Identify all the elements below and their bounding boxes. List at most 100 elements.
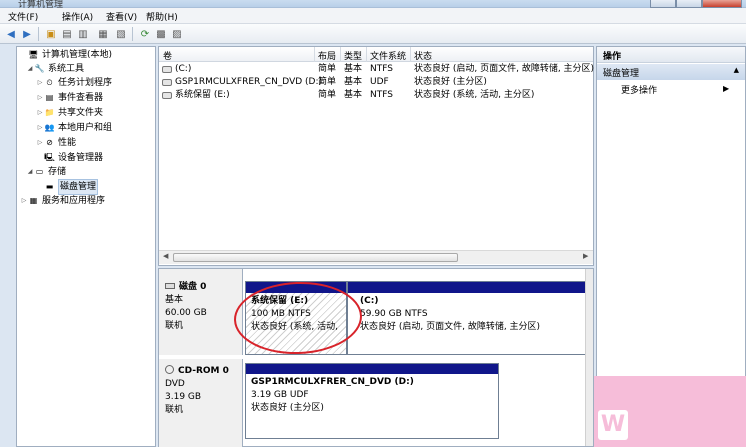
services-icon: ▦ xyxy=(29,196,38,205)
disk-type: DVD xyxy=(165,379,185,389)
table-row[interactable]: 系统保留 (E:) 简单 基本 NTFS 状态良好 (系统, 活动, 主分区) xyxy=(159,89,593,102)
partition-status: 状态良好 (启动, 页面文件, 故障转储, 主分区) xyxy=(360,322,541,332)
column-header-layout[interactable]: 布局 xyxy=(318,49,336,62)
minimize-button[interactable] xyxy=(650,0,676,8)
tree-item-system-tools[interactable]: ◢ 🔧 系统工具 xyxy=(26,62,84,76)
tree-item-services-apps[interactable]: ▷ ▦ 服务和应用程序 xyxy=(20,194,105,208)
cell-status: 状态良好 (主分区) xyxy=(414,77,487,87)
cell-status: 状态良好 (启动, 页面文件, 故障转储, 主分区) xyxy=(414,64,595,74)
more-actions-label: 更多操作 xyxy=(621,86,658,96)
tree-item-label: 存储 xyxy=(48,167,67,177)
column-header-filesystem[interactable]: 文件系统 xyxy=(370,49,406,62)
watermark-logo-icon: W xyxy=(598,410,628,440)
dvd-drive-icon xyxy=(162,79,172,86)
collapse-arrow-icon[interactable]: ◢ xyxy=(26,62,34,76)
scrollbar-thumb[interactable] xyxy=(173,253,458,262)
title-bar: 计算机管理 xyxy=(0,0,746,10)
partition-status: 状态良好 (主分区) xyxy=(251,403,324,413)
disk-size: 3.19 GB xyxy=(165,392,202,402)
more-actions-item[interactable]: 更多操作 xyxy=(621,83,657,96)
tree-item-storage[interactable]: ◢ ▭ 存储 xyxy=(26,165,66,179)
cell-layout: 简单 xyxy=(318,64,337,74)
panel-icon[interactable]: ▧ xyxy=(114,27,128,41)
tree-item-local-users[interactable]: ▷ 👥 本地用户和组 xyxy=(36,121,112,135)
expand-arrow-icon[interactable]: ▷ xyxy=(36,136,44,150)
expand-arrow-icon[interactable]: ▷ xyxy=(36,91,44,105)
cell-layout: 简单 xyxy=(318,77,337,87)
vertical-scrollbar[interactable] xyxy=(585,269,593,446)
properties-icon[interactable]: ▥ xyxy=(76,27,90,41)
partition-d[interactable]: GSP1RMCULXFRER_CN_DVD (D:) 3.19 GB UDF 状… xyxy=(245,363,499,439)
menu-bar: 文件(F) 操作(A) 查看(V) 帮助(H) xyxy=(0,8,746,24)
tree-item-disk-management[interactable]: ▬ 磁盘管理 xyxy=(36,179,99,195)
disk-status: 联机 xyxy=(165,405,184,415)
collapse-up-icon[interactable]: ▲ xyxy=(734,66,739,74)
users-icon: 👥 xyxy=(44,123,55,132)
close-button[interactable] xyxy=(702,0,742,8)
help-icon[interactable]: ▦ xyxy=(96,27,110,41)
disk-0-label[interactable]: 磁盘 0 基本 60.00 GB 联机 xyxy=(159,269,243,355)
cell-status: 状态良好 (系统, 活动, 主分区) xyxy=(414,90,535,100)
column-header-type[interactable]: 类型 xyxy=(344,49,362,62)
disk-size: 60.00 GB xyxy=(165,308,207,318)
tree-item-device-manager[interactable]: 🖳 设备管理器 xyxy=(36,151,103,165)
expand-arrow-icon[interactable]: ▷ xyxy=(36,76,44,90)
expand-arrow-icon[interactable]: ▷ xyxy=(20,194,28,208)
cell-filesystem: UDF xyxy=(370,77,389,87)
folder-up-icon[interactable]: ▣ xyxy=(44,27,58,41)
navigation-tree: 🖥 计算机管理(本地) ◢ 🔧 系统工具 ▷ ⏲ 任务计划程序 ▷ ▤ 事件查看器 ▷… xyxy=(16,46,156,447)
tree-item-task-scheduler[interactable]: ▷ ⏲ 任务计划程序 xyxy=(36,76,112,90)
partition-size: 59.90 GB NTFS xyxy=(360,309,428,319)
expand-arrow-icon[interactable]: ▷ xyxy=(36,121,44,135)
forward-arrow-icon[interactable]: ▶ xyxy=(20,27,34,41)
volume-list: 卷 布局 类型 文件系统 状态 (C:) 简单 基本 NTFS 状态良好 (启动… xyxy=(158,46,594,266)
cell-type: 基本 xyxy=(344,64,363,74)
actions-header: 操作 xyxy=(597,47,745,63)
submenu-arrow-icon[interactable]: ▶ xyxy=(723,84,729,93)
scroll-left-icon[interactable]: ◀ xyxy=(163,252,168,260)
tree-item-label: 设备管理器 xyxy=(58,153,104,163)
volume-list-header: 卷 布局 类型 文件系统 状态 xyxy=(159,47,593,62)
partition-size: 3.19 GB UDF xyxy=(251,390,309,400)
tree-item-label: 本地用户和组 xyxy=(58,123,113,133)
horizontal-scrollbar[interactable]: ◀ ▶ xyxy=(159,250,593,264)
tree-item-label: 性能 xyxy=(58,138,77,148)
partition-title: GSP1RMCULXFRER_CN_DVD (D:) xyxy=(251,377,414,387)
cell-filesystem: NTFS xyxy=(370,90,393,100)
column-header-volume[interactable]: 卷 xyxy=(163,49,172,62)
settings-icon[interactable]: ▨ xyxy=(170,27,184,41)
cell-layout: 简单 xyxy=(318,90,337,100)
tree-item-shared-folders[interactable]: ▷ 📁 共享文件夹 xyxy=(36,106,103,120)
show-hide-tree-icon[interactable]: ▤ xyxy=(60,27,74,41)
disk-map: 磁盘 0 基本 60.00 GB 联机 系统保留 (E:) 100 MB NTF… xyxy=(158,268,594,447)
table-row[interactable]: (C:) 简单 基本 NTFS 状态良好 (启动, 页面文件, 故障转储, 主分… xyxy=(159,63,595,76)
cell-volume: (C:) xyxy=(175,64,192,74)
tools-icon: 🔧 xyxy=(34,64,45,73)
menu-action[interactable]: 操作(A) xyxy=(62,10,93,23)
export-icon[interactable]: ▩ xyxy=(154,27,168,41)
refresh-icon[interactable]: ⟳ xyxy=(138,27,152,41)
maximize-button[interactable] xyxy=(676,0,702,8)
performance-icon: ⊘ xyxy=(46,138,53,147)
tree-item-event-viewer[interactable]: ▷ ▤ 事件查看器 xyxy=(36,91,103,105)
menu-view[interactable]: 查看(V) xyxy=(106,10,137,23)
collapse-arrow-icon[interactable]: ◢ xyxy=(26,165,34,179)
storage-icon: ▭ xyxy=(35,167,44,176)
actions-section-disk-management[interactable]: 磁盘管理 ▲ xyxy=(597,64,745,80)
menu-file[interactable]: 文件(F) xyxy=(8,10,38,23)
cdrom-0-label[interactable]: CD-ROM 0 DVD 3.19 GB 联机 xyxy=(159,359,243,447)
table-row[interactable]: GSP1RMCULXFRER_CN_DVD (D:) 简单 基本 UDF 状态良… xyxy=(159,76,593,89)
back-arrow-icon[interactable]: ◀ xyxy=(4,27,18,41)
scroll-right-icon[interactable]: ▶ xyxy=(583,252,588,260)
cell-type: 基本 xyxy=(344,77,363,87)
tree-item-performance[interactable]: ▷ ⊘ 性能 xyxy=(36,136,76,150)
expand-arrow-icon[interactable]: ▷ xyxy=(36,106,44,120)
partition-c[interactable]: (C:) 59.90 GB NTFS 状态良好 (启动, 页面文件, 故障转储,… xyxy=(347,281,593,355)
cell-filesystem: NTFS xyxy=(370,64,393,74)
menu-help[interactable]: 帮助(H) xyxy=(146,10,178,23)
disk-status: 联机 xyxy=(165,321,184,331)
column-header-status[interactable]: 状态 xyxy=(414,49,432,62)
device-manager-icon: 🖳 xyxy=(44,153,55,162)
tree-item-root[interactable]: 🖥 计算机管理(本地) xyxy=(20,48,112,62)
disk-management-icon: ▬ xyxy=(45,182,54,191)
